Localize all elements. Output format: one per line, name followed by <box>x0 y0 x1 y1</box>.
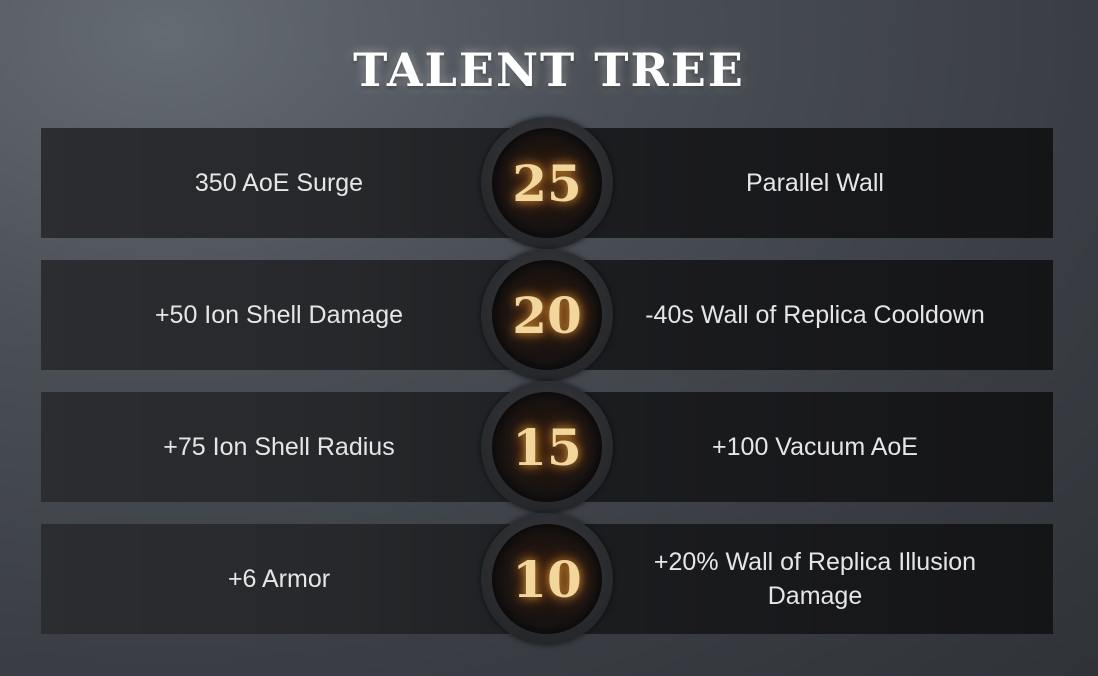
talent-tree-title: TALENT TREE <box>353 43 745 97</box>
talent-left-label: +6 Armor <box>227 565 331 593</box>
level-badge-25: 25 <box>492 128 602 238</box>
talent-left-10[interactable]: +6 Armor <box>41 524 547 634</box>
level-badge-ring: 20 <box>481 249 613 381</box>
level-badge-15: 15 <box>492 392 602 502</box>
talent-left-label: +75 Ion Shell Radius <box>163 433 395 461</box>
talent-tier-25: 350 AoE Surge Parallel Wall 25 <box>41 117 1053 249</box>
talent-tier-10: +6 Armor +20% Wall of Replica Illusion D… <box>41 513 1053 645</box>
talent-right-25[interactable]: Parallel Wall <box>547 128 1053 238</box>
talent-left-25[interactable]: 350 AoE Surge <box>41 128 547 238</box>
talent-left-15[interactable]: +75 Ion Shell Radius <box>41 392 547 502</box>
talent-left-20[interactable]: +50 Ion Shell Damage <box>41 260 547 370</box>
talent-right-label: +100 Vacuum AoE <box>712 433 918 461</box>
level-badge-20: 20 <box>492 260 602 370</box>
level-badge-ring: 10 <box>481 513 613 645</box>
talent-right-label: Parallel Wall <box>745 169 884 197</box>
talent-right-label: +20% Wall of Replica Illusion Damage <box>653 548 977 610</box>
level-badge-ring: 15 <box>481 381 613 513</box>
level-badge-10: 10 <box>492 524 602 634</box>
talent-left-label: +50 Ion Shell Damage <box>154 301 404 329</box>
talent-tier-20: +50 Ion Shell Damage -40s Wall of Replic… <box>41 249 1053 381</box>
talent-right-15[interactable]: +100 Vacuum AoE <box>547 392 1053 502</box>
talent-tier-15: +75 Ion Shell Radius +100 Vacuum AoE 15 <box>41 381 1053 513</box>
talent-right-10[interactable]: +20% Wall of Replica Illusion Damage <box>547 524 1053 634</box>
talent-left-label: 350 AoE Surge <box>194 169 364 197</box>
level-badge-ring: 25 <box>481 117 613 249</box>
talent-right-label: -40s Wall of Replica Cooldown <box>645 301 985 329</box>
talent-right-20[interactable]: -40s Wall of Replica Cooldown <box>547 260 1053 370</box>
